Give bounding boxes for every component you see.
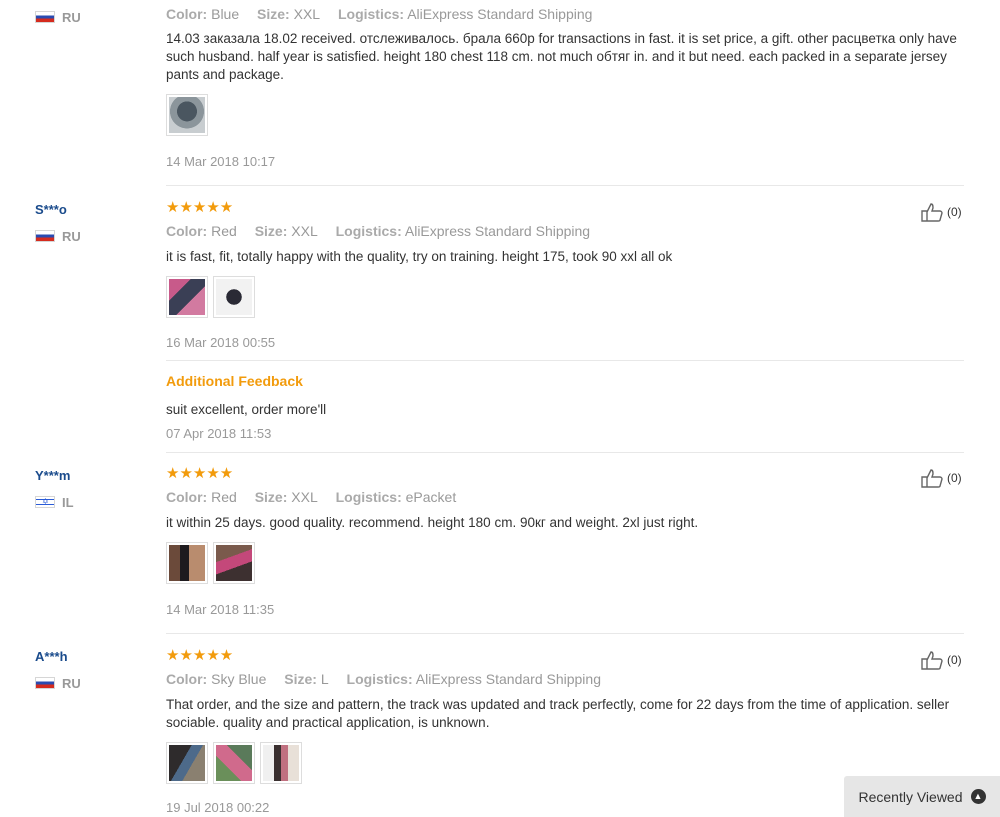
rating-stars: ★★★★★ [166,199,234,216]
user-name[interactable]: Y***m [35,468,70,483]
divider [166,360,964,361]
product-attributes: Color: Red Size: XXL Logistics: ePacket [166,489,456,505]
logistics-label: Logistics: [335,489,402,505]
review-date: 14 Mar 2018 10:17 [166,154,276,169]
size-label: Size: [284,671,317,687]
review-text: it within 25 days. good quality. recomme… [166,515,699,530]
logistics-label: Logistics: [335,223,402,239]
divider [166,185,964,186]
country: IL [35,494,74,510]
like-count: (0) [947,653,962,667]
color-label: Color: [166,223,208,239]
size-value: L [320,671,329,687]
color-value: Red [211,223,237,239]
review-photos [166,542,255,584]
product-attributes: Color: Sky Blue Size: L Logistics: AliEx… [166,671,601,687]
review-photo[interactable] [166,276,208,318]
thumbs-up-icon [921,203,943,222]
size-value: XXL [291,223,318,239]
review-date: 16 Mar 2018 00:55 [166,335,276,350]
logistics-value: AliExpress Standard Shipping [415,671,601,687]
review-photo[interactable] [213,276,255,318]
thumbs-up-icon [921,469,943,488]
review-photos [166,276,255,318]
rating-stars: ★★★★★ [166,647,234,664]
review-text: That order, and the size and pattern, th… [166,697,950,730]
recently-viewed-label: Recently Viewed [858,788,963,805]
russia-flag-icon [35,11,55,23]
color-label: Color: [166,489,208,505]
recently-viewed-button[interactable]: Recently Viewed ▲ [844,776,1000,817]
additional-feedback-date: 07 Apr 2018 11:53 [166,426,272,441]
like-button[interactable]: (0) [920,650,962,670]
color-label: Color: [166,671,208,687]
chevron-up-icon: ▲ [970,789,986,804]
color-value: Red [211,489,237,505]
like-button[interactable]: (0) [920,202,962,222]
size-value: XXL [293,6,321,22]
like-count: (0) [947,471,962,485]
review-photo[interactable] [166,94,208,136]
logistics-label: Logistics: [337,6,405,22]
like-count: (0) [947,205,962,219]
review-date: 14 Mar 2018 11:35 [166,602,275,617]
additional-feedback-title: Additional Feedback [166,373,303,389]
product-attributes: Color: Red Size: XXL Logistics: AliExpre… [166,223,590,239]
review-photo[interactable] [260,742,302,784]
logistics-label: Logistics: [346,671,413,687]
review-text: 14.03 заказала 18.02 received. отслежива… [166,31,957,82]
country-code: RU [62,675,81,691]
country-code: RU [62,228,81,244]
color-value: Blue [211,6,240,22]
review-text: it is fast, fit, totally happy with the … [166,249,673,264]
country-code: RU [62,9,81,25]
review-photo[interactable] [166,742,208,784]
divider [166,633,964,634]
color-value: Sky Blue [211,671,267,687]
logistics-value: ePacket [405,489,457,505]
israel-flag-icon [35,496,55,508]
like-button[interactable]: (0) [920,468,962,488]
russia-flag-icon [35,230,55,242]
size-label: Size: [257,6,290,22]
size-value: XXL [291,489,318,505]
size-label: Size: [254,223,288,239]
additional-feedback-text: suit excellent, order more'll [166,402,327,417]
thumbs-up-icon [921,651,943,670]
size-label: Size: [254,489,288,505]
country: RU [35,228,81,244]
rating-stars: ★★★★★ [166,465,234,482]
logistics-value: AliExpress Standard Shipping [407,6,593,22]
review-photo[interactable] [213,742,255,784]
user-name[interactable]: A***h [35,649,68,664]
divider [166,452,964,453]
color-label: Color: [166,6,208,22]
country-code: IL [62,494,74,510]
review-date: 19 Jul 2018 00:22 [166,800,270,815]
review-photo[interactable] [213,542,255,584]
logistics-value: AliExpress Standard Shipping [404,223,591,239]
country: RU [35,675,81,691]
russia-flag-icon [35,677,55,689]
review-photos [166,742,302,784]
review-photos [166,94,208,136]
product-attributes: Color: Blue Size: XXL Logistics: AliExpr… [166,6,592,22]
country: RU [35,9,81,25]
review-photo[interactable] [166,542,208,584]
user-name[interactable]: S***o [35,202,67,217]
